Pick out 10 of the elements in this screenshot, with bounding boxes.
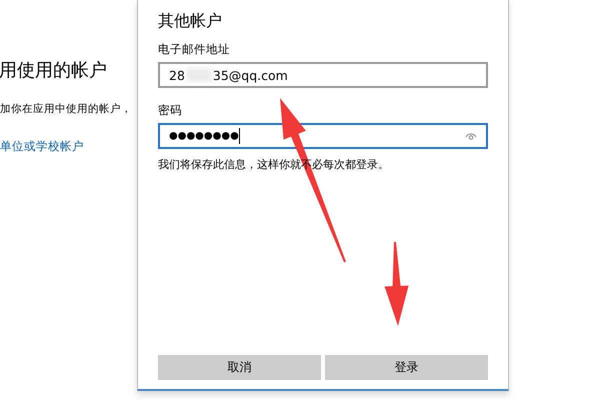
sign-in-button[interactable]: 登录: [325, 355, 488, 380]
dialog-title: 其他帐户: [158, 11, 223, 32]
password-field[interactable]: ●●●●●●●●: [158, 123, 488, 149]
add-account-link[interactable]: 单位或学校帐户: [0, 139, 84, 154]
eye-icon[interactable]: [465, 132, 477, 140]
field-label: 电子邮件地址: [158, 42, 231, 57]
cancel-button[interactable]: 取消: [158, 355, 321, 380]
email-field[interactable]: 28 35@qq.com: [158, 62, 488, 88]
description-text: 加你在应用中使用的帐户，: [0, 102, 133, 116]
field-label: 密码: [158, 103, 183, 118]
